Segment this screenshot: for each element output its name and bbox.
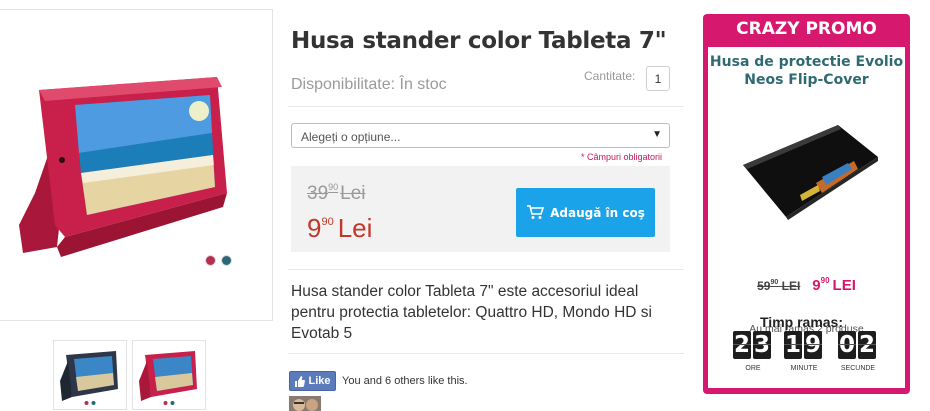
thumbs-up-icon bbox=[295, 375, 306, 387]
countdown-digit: 1 bbox=[784, 331, 802, 359]
dropdown-caret-icon: ▼ bbox=[652, 129, 662, 140]
product-title: Husa stander color Tableta 7" bbox=[291, 28, 667, 54]
like-label: Like bbox=[308, 375, 331, 387]
add-to-cart-label: Adaugă în coş bbox=[550, 205, 645, 220]
hours-label: ORE bbox=[745, 365, 761, 372]
seconds-label: SECUNDE bbox=[840, 365, 876, 372]
color-swatch-teal[interactable] bbox=[221, 255, 232, 266]
countdown-digit: 0 bbox=[838, 331, 856, 359]
promo-product-title[interactable]: Husa de protectie Evolio Neos Flip-Cover bbox=[708, 53, 905, 89]
countdown-digit: 3 bbox=[753, 331, 771, 359]
countdown-digit: 2 bbox=[858, 331, 876, 359]
divider bbox=[288, 353, 684, 354]
cart-icon bbox=[527, 205, 545, 219]
countdown-digit: 9 bbox=[804, 331, 822, 359]
thumbnail-image bbox=[139, 351, 197, 401]
promo-product-image[interactable] bbox=[738, 125, 878, 220]
add-to-cart-button[interactable]: Adaugă în coş bbox=[516, 188, 655, 237]
required-fields-note: * Câmpuri obligatorii bbox=[581, 152, 663, 162]
friend-avatar[interactable] bbox=[289, 396, 321, 411]
old-price: 3990 Lei bbox=[307, 182, 366, 204]
minutes-label: MINUTE bbox=[790, 365, 818, 372]
thumbnail-dark-case[interactable] bbox=[53, 340, 127, 410]
time-remaining-label: Timp ramas: bbox=[760, 314, 843, 330]
option-select[interactable]: Alegeți o opțiune... ▼ bbox=[291, 123, 670, 148]
promo-header: CRAZY PROMO bbox=[736, 19, 877, 39]
new-price: 990 Lei bbox=[307, 213, 373, 243]
quantity-input[interactable] bbox=[646, 66, 670, 91]
availability-status: Disponibilitate: În stoc bbox=[291, 76, 447, 93]
thumbnail-red-case[interactable] bbox=[132, 340, 206, 410]
promo-prices: 5990 LEI 990 LEI bbox=[708, 276, 905, 295]
avatar-image bbox=[289, 396, 321, 411]
color-swatch-red[interactable] bbox=[205, 255, 216, 266]
tablet-case-image bbox=[19, 77, 227, 257]
thumbnail-image bbox=[60, 351, 118, 401]
price-box: 3990 Lei 990 Lei Adaugă în coş bbox=[291, 166, 670, 252]
countdown-digit: 2 bbox=[733, 331, 751, 359]
promo-old-price: 5990 LEI bbox=[757, 279, 801, 293]
like-count-text: You and 6 others like this. bbox=[342, 375, 468, 387]
option-select-value: Alegeți o opțiune... bbox=[301, 130, 401, 144]
quantity-label: Cantitate: bbox=[584, 69, 636, 83]
facebook-like-button[interactable]: Like bbox=[289, 371, 336, 391]
divider bbox=[288, 269, 684, 270]
divider bbox=[288, 106, 684, 107]
product-description: Husa stander color Tableta 7" este acces… bbox=[291, 283, 652, 342]
crazy-promo-box[interactable]: CRAZY PROMO Husa de protectie Evolio Neo… bbox=[703, 14, 910, 394]
main-product-image[interactable] bbox=[0, 9, 273, 321]
promo-new-price: 990 LEI bbox=[812, 276, 856, 294]
